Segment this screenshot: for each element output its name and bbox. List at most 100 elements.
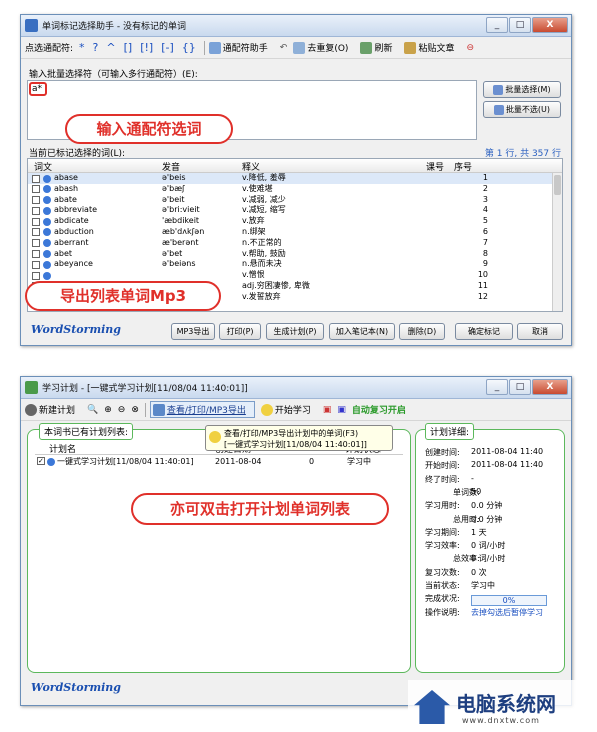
word-checkbox[interactable] [32, 185, 40, 194]
wildcard-braces-button[interactable]: {} [182, 41, 196, 54]
wildcard-brackets-button[interactable]: [] [124, 41, 133, 54]
watermark-name: 电脑系统网 [456, 692, 556, 716]
word-meaning: v.使难堪 [242, 183, 273, 193]
word-row[interactable]: abeyance ə'beiəns n.悬而未决 9 [28, 259, 562, 270]
toolbar: 点选通配符: * ? ^ [] [!] [-] {} 通配符助手 ↶ 去重复(O… [21, 37, 571, 59]
plan-row[interactable]: ✓ 一键式学习计划[11/08/04 11:40:01] 2011-08-04 … [35, 455, 403, 468]
add-notebook-button[interactable]: 加入笔记本(N) [329, 323, 395, 340]
auto-review-toggle[interactable]: 自动复习开启 [352, 403, 406, 416]
detail-label: 操作说明: [425, 607, 460, 617]
scrollbar[interactable] [552, 173, 562, 311]
wildcard-caret-button[interactable]: ^ [106, 41, 115, 54]
search-icon[interactable]: 🔍 [87, 405, 98, 415]
brand-logo-2: WordStorming [31, 681, 121, 694]
detail-label: 当前状态: [425, 581, 460, 590]
wildcard-star-button[interactable]: * [79, 41, 85, 54]
detail-value: 2011-08-04 11:40 [471, 447, 544, 456]
word-bullet-icon [43, 206, 51, 215]
close-button-2[interactable]: X [532, 379, 568, 395]
word-checkbox[interactable] [32, 239, 40, 248]
word-row[interactable]: abet ə'bet v.帮助, 鼓励 8 [28, 249, 562, 260]
wildcard-label: 点选通配符: [25, 44, 74, 54]
word-checkbox[interactable] [32, 260, 40, 269]
brand-logo: WordStorming [31, 323, 121, 336]
word-text: abase [54, 173, 78, 182]
callout-wildcard: 输入通配符选词 [65, 114, 233, 144]
word-meaning: v.憎恨 [242, 270, 265, 280]
word-checkbox[interactable] [32, 250, 40, 259]
word-text: aberrant [54, 237, 89, 247]
wildcard-range-button[interactable]: [-] [161, 41, 174, 54]
word-checkbox[interactable] [32, 217, 40, 226]
word-checkbox[interactable] [32, 196, 40, 205]
word-row[interactable]: abase ə'beis v.降低, 羞辱 1 [28, 173, 562, 184]
word-index: 11 [477, 280, 488, 290]
scroll-thumb[interactable] [554, 175, 561, 195]
maximize-button[interactable]: □ [509, 17, 531, 33]
batch-select-label: 批量选择(M) [505, 85, 551, 94]
print-button[interactable]: 打印(P) [219, 323, 261, 340]
wildcard-question-button[interactable]: ? [93, 41, 99, 54]
word-row[interactable]: aberrant æ'berənt n.不正常的 7 [28, 238, 562, 249]
batch-select-button[interactable]: 批量选择(M) [483, 81, 561, 98]
word-row[interactable]: abash ə'bæʃ v.使难堪 2 [28, 184, 562, 195]
plan-checkbox[interactable]: ✓ [37, 457, 45, 465]
tooltip-line2: [一键式学习计划[11/08/04 11:40:01]] [224, 440, 367, 449]
start-study-button[interactable]: 开始学习 [260, 403, 317, 417]
help-icon[interactable]: ⊖ [466, 43, 474, 53]
window-title: 单词标记选择助手 - 没有标记的单词 [42, 22, 186, 32]
word-text: abdicate [54, 216, 89, 226]
refresh-button[interactable]: 刷新 [360, 41, 398, 55]
word-pron: ə'beiəns [162, 259, 196, 269]
word-row[interactable]: abdicate 'æbdikeit v.放弃 5 [28, 216, 562, 227]
zoom-in-icon[interactable]: ⊕ [104, 405, 112, 415]
generate-plan-button[interactable]: 生成计划(P) [266, 323, 324, 340]
col-meaning[interactable]: 释义 [242, 160, 260, 173]
word-checkbox[interactable] [32, 271, 40, 280]
plan-name: 一键式学习计划[11/08/04 11:40:01] [57, 457, 194, 466]
minimize-button[interactable]: _ [486, 17, 508, 33]
word-index: 2 [482, 183, 488, 193]
wildcard-helper-button[interactable]: 通配符助手 [208, 41, 274, 55]
plan-date: 2011-08-04 [215, 457, 262, 466]
col-plan-name[interactable]: 计划名 [49, 442, 76, 455]
stop-icon[interactable]: ⊗ [131, 405, 139, 415]
detail-value[interactable]: 去掉勾选后暂停学习 [471, 607, 543, 618]
word-row[interactable]: abbreviate ə'bri:vieit v.减短, 缩写 4 [28, 205, 562, 216]
word-checkbox[interactable] [32, 228, 40, 237]
col-index[interactable]: 序号 [454, 160, 472, 173]
refresh-label: 刷新 [374, 43, 393, 54]
detail-value: 2011-08-04 11:40 [471, 460, 544, 470]
mp3-export-button[interactable]: MP3导出 [171, 323, 215, 340]
zoom-out-icon[interactable]: ⊖ [118, 405, 126, 415]
col-lesson[interactable]: 课号 [426, 160, 444, 173]
calendar-icon[interactable]: ▣ [337, 405, 346, 415]
maximize-button-2[interactable]: □ [509, 379, 531, 395]
detail-value: 0 词/小时 [471, 554, 506, 564]
paste-article-button[interactable]: 粘贴文章 [404, 41, 460, 55]
flag-icon[interactable]: ▣ [323, 405, 332, 415]
word-checkbox[interactable] [32, 206, 40, 215]
minimize-button-2[interactable]: _ [486, 379, 508, 395]
col-word[interactable]: 词文 [34, 160, 52, 173]
dedupe-button[interactable]: 去重复(O) [293, 41, 354, 55]
undo-icon[interactable]: ↶ [280, 43, 288, 53]
word-meaning: v.减短, 缩写 [242, 205, 286, 215]
delete-button[interactable]: 删除(D) [399, 323, 445, 340]
word-checkbox[interactable] [32, 174, 40, 183]
view-print-export-button[interactable]: 查看/打印/MP3导出 [149, 400, 255, 419]
callout-double-click: 亦可双击打开计划单词列表 [131, 493, 389, 525]
cancel-button[interactable]: 取消 [517, 323, 563, 340]
word-row[interactable]: v.憎恨 10 [28, 270, 562, 281]
new-plan-button[interactable]: 新建计划 [25, 403, 81, 417]
word-row[interactable]: abduction æb'dʌkʃən n.绑架 6 [28, 227, 562, 238]
word-row[interactable]: abate ə'beit v.减弱, 减少 3 [28, 195, 562, 206]
app-icon-2 [25, 381, 38, 394]
batch-unselect-button[interactable]: 批量不选(U) [483, 101, 561, 118]
word-index: 1 [482, 173, 488, 182]
close-button[interactable]: X [532, 17, 568, 33]
confirm-mark-button[interactable]: 确定标记 [455, 323, 513, 340]
wildcard-not-button[interactable]: [!] [140, 41, 153, 54]
col-pron[interactable]: 发音 [162, 160, 180, 173]
word-pron: ə'bæʃ [162, 183, 185, 193]
